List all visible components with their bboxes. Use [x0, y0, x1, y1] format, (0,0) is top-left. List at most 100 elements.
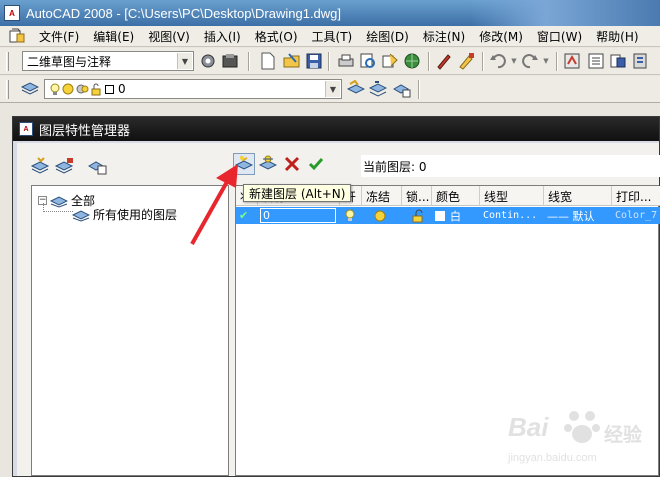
tree-connector — [43, 203, 73, 212]
plot-icon[interactable] — [336, 51, 356, 71]
make-object-layer-current-icon[interactable] — [346, 79, 366, 99]
color-swatch — [435, 210, 445, 221]
lineweight-cell[interactable]: —— 默认 — [544, 207, 612, 224]
open-file-icon[interactable] — [282, 51, 302, 71]
bulb-icon — [49, 82, 61, 96]
plot-style-cell: Color_7 — [615, 210, 658, 221]
tool-palettes-icon[interactable] — [630, 51, 650, 71]
publish-icon[interactable] — [380, 51, 400, 71]
color-cell[interactable]: 白 — [432, 207, 480, 224]
standard-toolbar: 二维草图与注释 ▼ ▼ ▼ — [0, 48, 660, 75]
workspace-settings-icon[interactable] — [198, 51, 218, 71]
layer-previous-icon[interactable] — [368, 79, 388, 99]
menu-draw[interactable]: 绘图(D) — [359, 28, 416, 45]
dialog-title: 图层特性管理器 — [39, 123, 131, 139]
color-swatch-icon — [105, 84, 114, 94]
new-layer-frozen-icon — [259, 155, 277, 170]
lock-cell[interactable] — [408, 207, 430, 224]
new-layer-vp-frozen-button[interactable] — [257, 153, 279, 175]
undo-dropdown-icon[interactable]: ▼ — [510, 51, 518, 71]
viewport-freeze-icon — [75, 82, 89, 96]
pen-icon[interactable] — [434, 51, 454, 71]
menu-view[interactable]: 视图(V) — [141, 28, 197, 45]
toolbar-separator — [248, 52, 250, 71]
autocad-window: A AutoCAD 2008 - [C:\Users\PC\Desktop\Dr… — [0, 0, 660, 477]
match-properties-icon[interactable] — [456, 51, 476, 71]
layer-manager-icon[interactable] — [20, 79, 40, 99]
menu-edit[interactable]: 编辑(E) — [86, 28, 141, 45]
menu-file[interactable]: 文件(F) — [32, 28, 86, 45]
menu-insert[interactable]: 插入(I) — [197, 28, 248, 45]
baidu-watermark: Bai 经验 jingyan.baidu.com — [508, 404, 658, 470]
layer-name-input[interactable]: 0 — [260, 208, 336, 223]
autocad-app-icon: A — [19, 122, 33, 136]
layer-states-icon[interactable] — [392, 79, 412, 99]
tree-item-label: 所有使用的图层 — [93, 208, 178, 222]
publish-web-icon[interactable] — [402, 51, 422, 71]
toolbar-separator — [428, 52, 430, 71]
linetype-cell[interactable]: Contin... — [480, 207, 544, 224]
layer-stack-icon — [72, 209, 90, 222]
column-plot-style[interactable]: 打印... — [612, 186, 660, 206]
sun-icon — [374, 210, 386, 221]
menu-window[interactable]: 窗口(W) — [530, 28, 589, 45]
on-cell[interactable] — [342, 207, 362, 224]
redo-dropdown-icon[interactable]: ▼ — [542, 51, 550, 71]
menu-tools[interactable]: 工具(T) — [305, 28, 360, 45]
freeze-cell[interactable] — [370, 207, 400, 224]
column-color[interactable]: 颜色 — [432, 186, 480, 206]
current-layer-label: 当前图层: 0 — [361, 155, 660, 177]
column-lineweight[interactable]: 线宽 — [544, 186, 612, 206]
toolbar-separator — [482, 52, 484, 71]
design-center-icon[interactable] — [608, 51, 628, 71]
undo-icon[interactable] — [488, 51, 508, 71]
toolbar-grip[interactable] — [6, 52, 9, 71]
workspace-value: 二维草图与注释 — [27, 54, 112, 69]
menu-dimension[interactable]: 标注(N) — [416, 28, 472, 45]
color-label: 白 — [450, 209, 461, 223]
plot-preview-icon[interactable] — [358, 51, 378, 71]
layer-value: 0 — [118, 82, 126, 96]
chevron-down-icon[interactable]: ▼ — [325, 81, 340, 97]
menu-help[interactable]: 帮助(H) — [589, 28, 645, 45]
new-group-filter-icon[interactable] — [53, 155, 75, 177]
column-freeze[interactable]: 冻结 — [362, 186, 402, 206]
lock-icon — [89, 82, 103, 96]
set-current-button[interactable] — [305, 153, 327, 175]
workspace-save-icon[interactable] — [220, 51, 240, 71]
window-title: AutoCAD 2008 - [C:\Users\PC\Desktop\Draw… — [26, 5, 342, 21]
toolbar-grip[interactable] — [6, 80, 9, 99]
menu-format[interactable]: 格式(O) — [248, 28, 305, 45]
bulb-on-icon — [345, 209, 355, 221]
menu-bar: 文件(F) 编辑(E) 视图(V) 插入(I) 格式(O) 工具(T) 绘图(D… — [0, 26, 660, 47]
title-bar-obscured-area — [470, 0, 660, 26]
new-file-icon[interactable] — [258, 51, 278, 71]
chevron-down-icon[interactable]: ▼ — [177, 53, 192, 69]
red-arrow-annotation — [190, 164, 238, 245]
layer-row[interactable]: ✔ 0 白 Contin... —— 默认 Color_7 — [236, 207, 660, 224]
layers-toolbar: 0 ▼ — [0, 76, 660, 103]
dialog-title-bar: A 图层特性管理器 — [13, 117, 659, 141]
layer-states-manager-icon[interactable] — [87, 155, 109, 177]
tree-item-used-layers[interactable]: 所有使用的图层 — [72, 206, 177, 223]
properties-icon[interactable] — [586, 51, 606, 71]
layer-dropdown[interactable]: 0 ▼ — [44, 79, 342, 99]
save-icon[interactable] — [304, 51, 324, 71]
paw-icon — [564, 411, 600, 443]
workspace-dropdown[interactable]: 二维草图与注释 ▼ — [22, 51, 194, 71]
new-property-filter-icon[interactable] — [29, 155, 51, 177]
column-linetype[interactable]: 线型 — [480, 186, 544, 206]
toolbar-separator — [328, 52, 330, 71]
title-bar: A AutoCAD 2008 - [C:\Users\PC\Desktop\Dr… — [0, 0, 660, 26]
column-lock[interactable]: 锁... — [402, 186, 432, 206]
unlocked-icon — [412, 209, 423, 222]
delete-icon — [284, 156, 300, 172]
delete-layer-button[interactable] — [281, 153, 303, 175]
document-menu-icon[interactable] — [6, 27, 28, 45]
toolbar-separator — [556, 52, 558, 71]
checkmark-icon — [308, 158, 324, 171]
menu-modify[interactable]: 修改(M) — [472, 28, 530, 45]
autocad-app-icon: A — [4, 5, 20, 21]
pan-icon[interactable] — [562, 51, 582, 71]
redo-icon[interactable] — [520, 51, 540, 71]
